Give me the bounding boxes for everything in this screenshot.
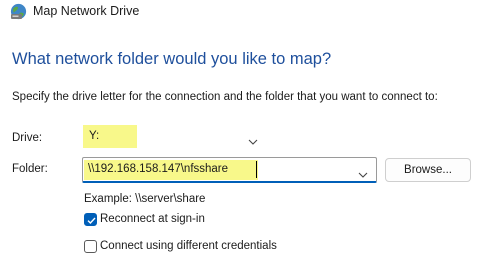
title-bar: Map Network Drive <box>0 0 489 26</box>
window-title: Map Network Drive <box>33 4 140 18</box>
folder-value: \\192.168.158.147\nfsshare <box>88 163 229 175</box>
reconnect-checkbox[interactable] <box>84 213 97 226</box>
page-heading: What network folder would you like to ma… <box>12 50 332 68</box>
reconnect-label[interactable]: Reconnect at sign-in <box>100 213 205 225</box>
credentials-label[interactable]: Connect using different credentials <box>100 240 277 252</box>
folder-label: Folder: <box>12 163 48 175</box>
drive-value: Y: <box>89 130 100 142</box>
credentials-checkbox[interactable] <box>84 240 97 253</box>
map-network-drive-dialog: Map Network Drive What network folder wo… <box>0 0 489 255</box>
instructions-text: Specify the drive letter for the connect… <box>12 91 438 103</box>
browse-button[interactable]: Browse... <box>385 158 471 182</box>
folder-input[interactable]: \\192.168.158.147\nfsshare <box>82 157 377 183</box>
chevron-down-icon[interactable] <box>357 166 369 178</box>
network-drive-icon <box>10 3 27 20</box>
example-text: Example: \\server\share <box>84 193 206 205</box>
text-caret <box>256 161 257 178</box>
chevron-down-icon[interactable] <box>247 133 259 145</box>
drive-label: Drive: <box>12 132 43 144</box>
drive-select[interactable]: Y: <box>82 124 268 148</box>
